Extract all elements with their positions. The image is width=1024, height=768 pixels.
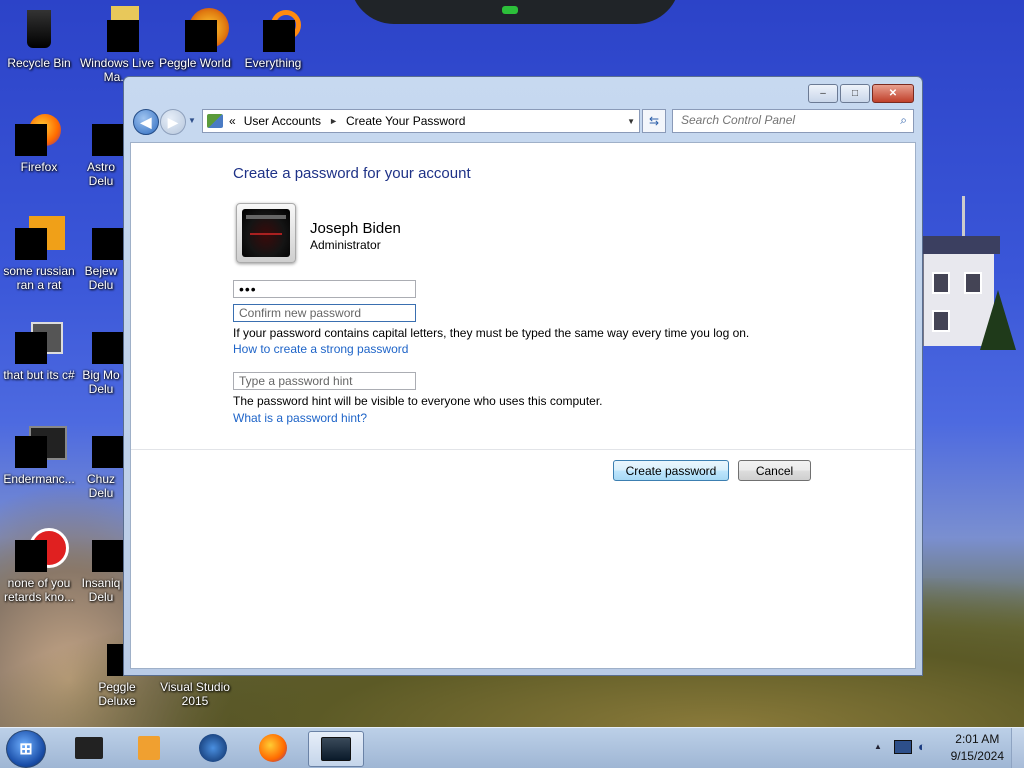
create-password-button[interactable]: Create password (613, 460, 729, 481)
desktop-icon-bejew[interactable]: Bejew Delu (78, 214, 124, 292)
desktop-icon-peggle-world[interactable]: Peggle World (156, 6, 234, 70)
desktop-icon-label: Endermanc... (3, 472, 75, 486)
start-button[interactable]: ⊞ (6, 730, 46, 768)
breadcrumb-separator[interactable]: ► (329, 116, 338, 126)
maximize-button[interactable]: □ (840, 84, 870, 103)
control-panel-icon (321, 737, 351, 761)
breadcrumb-prefix[interactable]: « (229, 114, 236, 128)
desktop-icon-insaniq[interactable]: Insaniq Delu (78, 526, 124, 604)
recycle-bin-icon (27, 10, 51, 48)
app-icon (75, 737, 103, 759)
back-arrow-icon: ◀ (140, 113, 152, 130)
desktop-icon-recycle-bin[interactable]: Recycle Bin (0, 6, 78, 70)
address-bar[interactable]: « User Accounts ► Create Your Password ▼ (202, 109, 640, 133)
desktop-icon-none-of-you[interactable]: none of you retards kno... (0, 526, 78, 604)
desktop-icon-firefox[interactable]: Firefox (0, 110, 78, 174)
close-button[interactable]: ✕ (872, 84, 914, 103)
search-input[interactable] (673, 110, 891, 130)
refresh-icon: ⇆ (648, 114, 660, 128)
taskbar-item-media[interactable] (122, 731, 176, 765)
password-hint-field[interactable] (233, 372, 416, 390)
top-gadget (350, 0, 680, 24)
address-dropdown-icon[interactable]: ▼ (627, 117, 635, 126)
search-box: ⌕ (672, 109, 914, 133)
create-password-window: – □ ✕ ◀ ▶ ▼ « User Accounts ► Create You… (123, 76, 923, 676)
desktop-icon-everything[interactable]: Everything (234, 6, 312, 70)
breadcrumb-create-password[interactable]: Create Your Password (346, 114, 465, 128)
firefox-icon (259, 734, 287, 762)
desktop-icon-label: Chuz Delu (86, 472, 115, 500)
desktop-icon-astro[interactable]: Astro Delu (78, 110, 124, 188)
control-panel-icon (207, 114, 223, 128)
desktop-icon-label: Astro Delu (86, 160, 115, 188)
desktop-icon-label: Peggle Deluxe (98, 680, 136, 708)
network-icon[interactable] (894, 740, 912, 754)
sound-icon[interactable]: ◐ (918, 739, 926, 754)
show-desktop-button[interactable] (1011, 728, 1024, 768)
desktop-icon-label: none of you retards kno... (3, 576, 75, 604)
back-button[interactable]: ◀ (133, 109, 159, 135)
content-pane: Create a password for your account Josep… (130, 142, 916, 669)
page-title: Create a password for your account (233, 165, 471, 182)
clock-time: 2:01 AM (955, 732, 1000, 746)
forward-button[interactable]: ▶ (160, 109, 186, 135)
strong-password-link[interactable]: How to create a strong password (233, 342, 408, 356)
desktop-icon-that-but-csharp[interactable]: that but its c# (0, 318, 78, 382)
desktop-icon-big-mo[interactable]: Big Mo Delu (78, 318, 124, 396)
recent-pages-dropdown[interactable]: ▼ (188, 116, 196, 125)
show-hidden-icons-icon[interactable]: ▲ (874, 742, 882, 751)
hint-visibility-note: The password hint will be visible to eve… (233, 394, 603, 408)
gadget-indicator (502, 6, 518, 14)
user-picture (242, 209, 290, 257)
desktop-icon-label: Bejew Delu (84, 264, 118, 292)
refresh-button[interactable]: ⇆ (642, 109, 666, 133)
media-player-icon (138, 736, 160, 760)
desktop-icon-windows-live[interactable]: Windows Live Ma... (78, 6, 156, 84)
new-password-field[interactable] (233, 280, 416, 298)
password-hint-link[interactable]: What is a password hint? (233, 411, 367, 425)
taskbar-item-firefox[interactable] (246, 731, 300, 765)
clock-date: 9/15/2024 (950, 749, 1004, 763)
desktop-icon-label: Everything (244, 56, 302, 70)
desktop-icon-label: that but its c# (3, 368, 75, 382)
confirm-password-field[interactable] (233, 304, 416, 322)
user-role: Administrator (310, 238, 381, 252)
taskbar: ⊞ ▲ ◐ 2:01 AM 9/15/2024 (0, 727, 1024, 768)
taskbar-item-control-panel[interactable] (308, 731, 364, 767)
magnifier-icon[interactable]: ⌕ (900, 113, 907, 128)
desktop-icon-label: some russian ran a rat (3, 264, 75, 292)
forward-arrow-icon: ▶ (167, 113, 179, 130)
desktop-icon-some-russian[interactable]: some russian ran a rat (0, 214, 78, 292)
desktop-icon-label: Visual Studio 2015 (160, 680, 230, 708)
caption-buttons: – □ ✕ (808, 84, 914, 103)
cancel-button[interactable]: Cancel (738, 460, 811, 481)
desktop-icon-label: Big Mo Delu (82, 368, 120, 396)
divider (131, 449, 915, 450)
desktop-icon-endermanc[interactable]: Endermanc... (0, 422, 78, 486)
desktop-icon-chuz[interactable]: Chuz Delu (78, 422, 124, 500)
desktop-icon-label: Recycle Bin (7, 56, 71, 70)
user-name: Joseph Biden (310, 220, 401, 237)
caps-lock-note: If your password contains capital letter… (233, 326, 750, 340)
taskbar-item-browser[interactable] (186, 731, 240, 765)
breadcrumb-user-accounts[interactable]: User Accounts (244, 114, 321, 128)
clock[interactable]: 2:01 AM 9/15/2024 (951, 731, 1004, 765)
navigation-bar: ◀ ▶ ▼ « User Accounts ► Create Your Pass… (130, 107, 916, 135)
minimize-button[interactable]: – (808, 84, 838, 103)
desktop-icon-label: Insaniq Delu (81, 576, 121, 604)
taskbar-item-app1[interactable] (62, 731, 116, 765)
desktop-icon-label: Peggle World (159, 56, 231, 70)
globe-icon (199, 734, 227, 762)
wallpaper-tree (980, 290, 1016, 350)
user-avatar (236, 203, 296, 263)
desktop-icon-label: Firefox (20, 160, 58, 174)
